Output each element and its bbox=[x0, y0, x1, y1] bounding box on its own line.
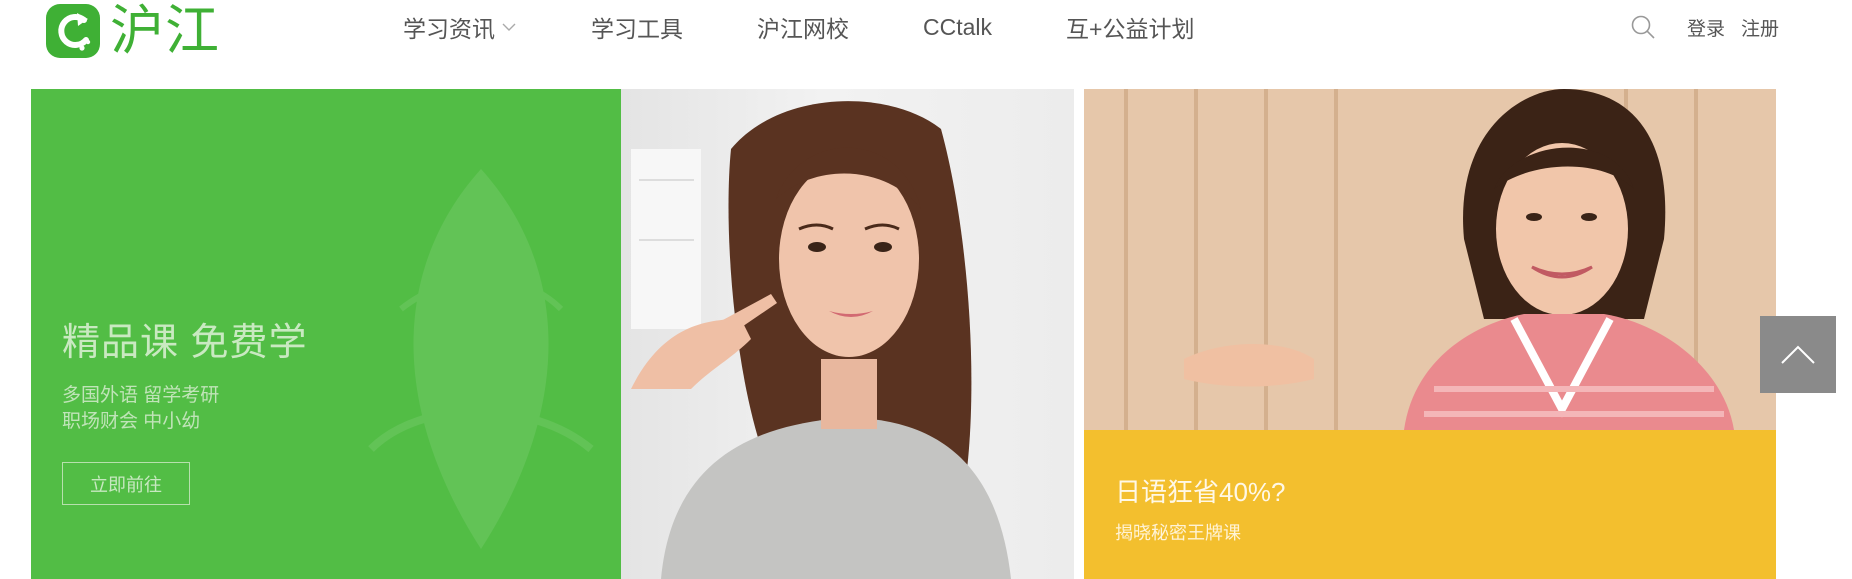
nav-item-charity-plan[interactable]: 互+公益计划 bbox=[1066, 10, 1194, 44]
nav-item-label: 沪江网校 bbox=[757, 16, 849, 42]
nav-item-label: 学习工具 bbox=[591, 16, 683, 42]
decorative-leaf-pattern bbox=[368, 169, 594, 549]
logo-icon bbox=[46, 4, 100, 58]
search-icon[interactable] bbox=[1630, 14, 1656, 40]
nav-item-label: 学习资讯 bbox=[403, 16, 495, 42]
nav-item-study-tools[interactable]: 学习工具 bbox=[591, 10, 683, 44]
promo-title: 精品课 免费学 bbox=[62, 322, 308, 364]
promo-subtitle-line: 职场财会 中小幼 bbox=[62, 411, 201, 432]
chevron-up-icon bbox=[1781, 345, 1815, 364]
logo[interactable]: 沪江 bbox=[44, 0, 220, 62]
chevron-down-icon bbox=[502, 23, 516, 31]
promo-photo-woman bbox=[621, 89, 1074, 579]
login-link[interactable]: 登录 bbox=[1687, 14, 1725, 41]
logo-text: 沪江 bbox=[110, 0, 220, 62]
promo-banner-japanese[interactable]: 日语狂省40%? 揭晓秘密王牌课 bbox=[1084, 89, 1776, 579]
promo-title: 日语狂省40%? bbox=[1115, 477, 1286, 507]
promo-subtitle-line: 多国外语 留学考研 bbox=[62, 385, 220, 406]
promo-subtitle: 揭晓秘密王牌课 bbox=[1115, 523, 1241, 543]
back-to-top-button[interactable] bbox=[1760, 316, 1836, 393]
promo-photo-kimono-woman bbox=[1084, 89, 1776, 430]
nav-item-online-school[interactable]: 沪江网校 bbox=[757, 10, 849, 44]
promo-panel: 日语狂省40%? 揭晓秘密王牌课 bbox=[1084, 430, 1776, 579]
go-now-button[interactable]: 立即前往 bbox=[62, 462, 190, 505]
nav-item-label: 互+公益计划 bbox=[1066, 16, 1195, 42]
register-link[interactable]: 注册 bbox=[1741, 14, 1779, 41]
kimono-woman-illustration bbox=[1084, 89, 1776, 430]
site-header: 沪江 学习资讯 学习工具 沪江网校 CCtalk 互+公益计划 登录 注册 bbox=[0, 0, 1852, 64]
promo-banner-free-courses[interactable]: 精品课 免费学 多国外语 留学考研 职场财会 中小幼 立即前往 bbox=[31, 89, 1074, 579]
nav-item-cctalk[interactable]: CCtalk bbox=[923, 14, 992, 41]
promo-panel: 精品课 免费学 多国外语 留学考研 职场财会 中小幼 立即前往 bbox=[31, 89, 621, 579]
nav-item-study-news[interactable]: 学习资讯 bbox=[403, 10, 517, 44]
nav-item-label: CCtalk bbox=[923, 13, 993, 40]
woman-photo-illustration bbox=[631, 101, 1011, 579]
main-nav: 学习资讯 学习工具 沪江网校 CCtalk 互+公益计划 bbox=[403, 0, 1194, 54]
